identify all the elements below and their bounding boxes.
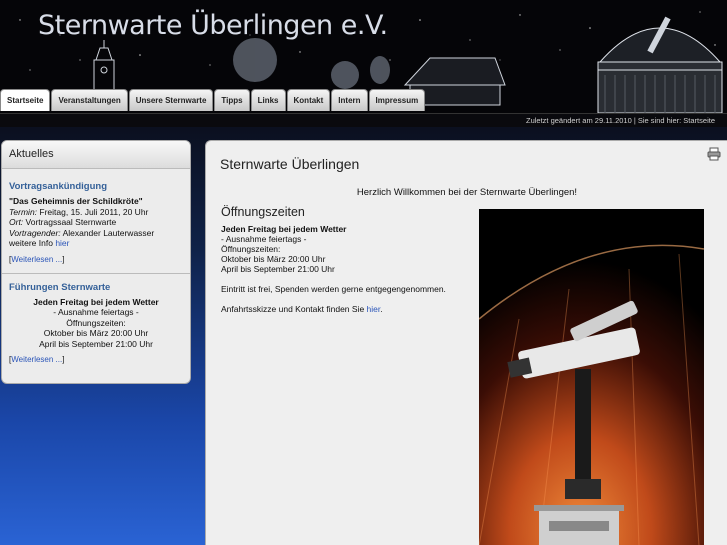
tab-veranstaltungen[interactable]: Veranstaltungen xyxy=(51,89,128,111)
tours-line-5: April bis September 21:00 Uhr xyxy=(39,338,153,349)
status-bar: Zuletzt geändert am 29.11.2010 | Sie sin… xyxy=(0,113,727,127)
opening-hours-text: Jeden Freitag bei jedem Wetter - Ausnahm… xyxy=(221,224,471,314)
tab-kontakt[interactable]: Kontakt xyxy=(286,89,331,111)
talk-info-link[interactable]: hier xyxy=(55,238,69,248)
tours-read-more-link[interactable]: Weiterlesen ... xyxy=(11,355,62,364)
talk-speaker: Vortragender: Alexander Lauterwasser xyxy=(9,228,183,239)
directions-link[interactable]: hier xyxy=(367,304,381,314)
page-title: Sternwarte Überlingen xyxy=(220,156,360,172)
talk-speaker-value: Alexander Lauterwasser xyxy=(60,227,155,238)
site-title: Sternwarte Überlingen e.V. xyxy=(38,10,388,41)
directions-text: Anfahrtsskizze und Kontakt finden Sie xyxy=(221,304,367,314)
hours-line-3: Öffnungszeiten: xyxy=(221,244,281,254)
talk-info: weitere Info hier xyxy=(9,238,183,249)
talk-date-label: Termin: xyxy=(9,206,38,217)
hours-line-1: Jeden Freitag bei jedem Wetter xyxy=(221,224,347,234)
tab-impressum[interactable]: Impressum xyxy=(368,89,426,111)
main-content: Sternwarte Überlingen Herzlich Willkomme… xyxy=(205,140,727,545)
tours-line-2: - Ausnahme feiertags - xyxy=(53,307,139,317)
hours-line-4: Oktober bis März 20:00 Uhr xyxy=(221,254,326,264)
hours-line-2: - Ausnahme feiertags - xyxy=(221,234,307,244)
sidebar-news: Aktuelles Vortragsankündigung "Das Gehei… xyxy=(1,140,191,384)
talk-read-more: [Weiterlesen ...] xyxy=(9,255,183,265)
talk-speaker-label: Vortragender: xyxy=(9,227,61,238)
tours-line-1: Jeden Freitag bei jedem Wetter xyxy=(33,296,159,307)
directions-end: . xyxy=(380,304,383,314)
tab-tipps[interactable]: Tipps xyxy=(214,89,250,111)
sidebar-divider xyxy=(2,272,190,274)
talk-place-value: Vortragssaal Sternwarte xyxy=(23,217,117,227)
main-navigation: Startseite Veranstaltungen Unsere Sternw… xyxy=(0,89,426,113)
tours-line-3: Öffnungszeiten: xyxy=(66,317,126,328)
sidebar-heading: Aktuelles xyxy=(2,141,190,169)
talk-title: "Das Geheimnis der Schildkröte" xyxy=(9,196,143,206)
talk-place: Ort: Vortragssaal Sternwarte xyxy=(9,217,183,228)
tab-links[interactable]: Links xyxy=(250,89,286,111)
tab-startseite[interactable]: Startseite xyxy=(0,89,51,111)
talk-place-label: Ort: xyxy=(9,217,24,227)
tours-read-more: [Weiterlesen ...] xyxy=(9,355,183,365)
printer-icon[interactable] xyxy=(707,147,721,161)
tab-intern[interactable]: Intern xyxy=(331,89,368,111)
talk-date: Termin: Freitag, 15. Juli 2011, 20 Uhr xyxy=(9,207,183,218)
tours-heading: Führungen Sternwarte xyxy=(9,281,111,293)
entry-text: Eintritt ist frei, Spenden werden gerne … xyxy=(221,284,446,294)
talk-heading: Vortragsankündigung xyxy=(9,181,107,192)
welcome-text: Herzlich Willkommen bei der Sternwarte Ü… xyxy=(356,187,578,198)
opening-hours-heading: Öffnungszeiten xyxy=(221,205,305,219)
telescope-photo xyxy=(479,209,704,545)
talk-date-value: Freitag, 15. Juli 2011, 20 Uhr xyxy=(37,206,149,217)
directions: Anfahrtsskizze und Kontakt finden Sie hi… xyxy=(221,304,471,314)
tours-line-4: Oktober bis März 20:00 Uhr xyxy=(43,328,149,338)
talk-read-more-link[interactable]: Weiterlesen ... xyxy=(11,255,62,264)
bracket-close: ] xyxy=(62,254,65,264)
hours-line-5: April bis September 21:00 Uhr xyxy=(221,264,335,274)
talk-info-text: weitere Info xyxy=(9,238,56,248)
bracket-close: ] xyxy=(62,355,65,364)
tab-unsere-sternwarte[interactable]: Unsere Sternwarte xyxy=(128,89,214,111)
